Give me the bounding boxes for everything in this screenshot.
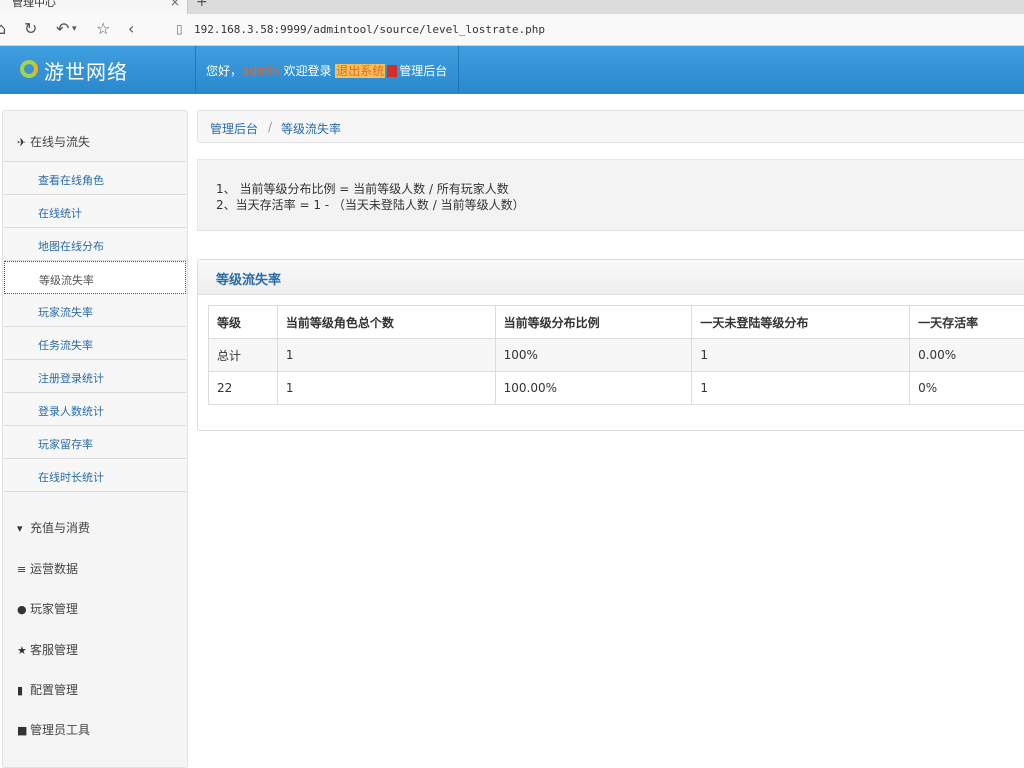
sidebar-item-label: 玩家留存率 (38, 438, 93, 451)
table-cell: 1 (276, 371, 496, 405)
browser-tab-title: 管理中心 (12, 0, 56, 9)
sidebar-group-players[interactable]: ● 玩家管理 (17, 600, 78, 617)
sidebar-item-label: 在线时长统计 (38, 471, 104, 484)
sidebar-item-level-lostrate[interactable]: 等级流失率 (4, 261, 186, 294)
sidebar-item-view-online[interactable]: 查看在线角色 (4, 162, 186, 195)
sidebar-group-operations[interactable]: ≡ 运营数据 (17, 560, 78, 577)
sidebar-item-map-distribution[interactable]: 地图在线分布 (4, 228, 186, 261)
page-icon: ▯ (176, 22, 183, 36)
sidebar-group-label: 充值与消费 (30, 521, 91, 535)
panel-title: 等级流失率 (216, 273, 282, 288)
username: admin (242, 64, 280, 78)
logo-text: 游世网络 (44, 60, 128, 84)
admin-link[interactable]: 管理后台 (399, 64, 447, 78)
sidebar-item-label: 登录人数统计 (38, 405, 104, 418)
table-cell: 0.00% (909, 338, 1024, 372)
undo-icon[interactable]: ↶ (56, 19, 69, 38)
table-header-row: 等级 当前等级角色总个数 当前等级分布比例 一天未登陆等级分布 一天存活率 (208, 305, 1024, 339)
greeting: 您好，admin 欢迎登录 退出系统 管理后台 (206, 62, 447, 79)
table-cell: 1 (691, 338, 911, 372)
sidebar-item-label: 查看在线角色 (38, 174, 104, 187)
back-icon[interactable]: ‹ (128, 19, 134, 38)
col-header-role-count: 当前等级角色总个数 (276, 305, 496, 339)
breadcrumb-current[interactable]: 等级流失率 (281, 120, 341, 137)
sidebar-item-login-count[interactable]: 登录人数统计 (4, 393, 186, 426)
sidebar-item-label: 等级流失率 (39, 274, 94, 287)
cart-icon: ▾ (17, 522, 23, 535)
data-panel: 等级流失率 等级 当前等级角色总个数 当前等级分布比例 一天未登陆等级分布 一天… (197, 259, 1024, 431)
welcome-text: 欢迎登录 (279, 64, 336, 78)
lock-icon: ■ (17, 724, 28, 737)
info-line-1: 1、 当前等级分布比例 = 当前等级人数 / 所有玩家人数 (216, 182, 509, 196)
sidebar-item-label: 玩家流失率 (38, 306, 93, 319)
col-header-distribution: 当前等级分布比例 (494, 305, 693, 339)
browser-tabstrip: 管理中心 × + (0, 0, 1024, 14)
sidebar-group-label: 配置管理 (30, 683, 79, 697)
sidebar-item-online-duration[interactable]: 在线时长统计 (4, 459, 186, 492)
sidebar-item-label: 在线统计 (38, 207, 82, 220)
sidebar: ✈ 在线与流失 查看在线角色 在线统计 地图在线分布 等级流失率 玩家流失率 任务… (2, 110, 188, 768)
info-panel: 1、 当前等级分布比例 = 当前等级人数 / 所有玩家人数 2、当天存活率 = … (197, 159, 1024, 231)
list-icon: ≡ (17, 563, 27, 576)
col-header-level: 等级 (208, 305, 278, 339)
book-icon: ▮ (17, 684, 24, 697)
sidebar-item-task-lostrate[interactable]: 任务流失率 (4, 327, 186, 360)
data-panel-header: 等级流失率 (198, 260, 1024, 295)
col-header-inactive: 一天未登陆等级分布 (691, 305, 911, 339)
url-field[interactable]: ▯ 192.168.3.58:9999/admintool/source/lev… (168, 20, 1024, 40)
table-cell: 22 (208, 371, 278, 405)
breadcrumb: 管理后台 / 等级流失率 (197, 110, 1024, 143)
sidebar-group-online[interactable]: ✈ 在线与流失 (17, 133, 90, 150)
table-row: 22 1 100.00% 1 0% (208, 371, 1024, 405)
home-icon[interactable]: ⌂ (0, 19, 6, 38)
header-divider (458, 46, 459, 94)
new-tab-icon[interactable]: + (196, 0, 208, 10)
table-row: 总计 1 100% 1 0.00% (208, 338, 1024, 372)
sidebar-group-recharge[interactable]: ▾ 充值与消费 (17, 519, 90, 536)
plane-icon: ✈ (17, 136, 27, 149)
sidebar-item-label: 任务流失率 (38, 339, 93, 352)
header-divider (195, 46, 196, 94)
greeting-prefix: 您好， (206, 64, 243, 78)
admin-icon (387, 65, 398, 77)
browser-address-bar: ⌂ ↻ ↶ ▾ ☆ ‹ ▯ 192.168.3.58:9999/admintoo… (0, 14, 1024, 46)
sidebar-group-config[interactable]: ▮ 配置管理 (17, 681, 78, 698)
sidebar-group-admin-tools[interactable]: ■ 管理员工具 (17, 721, 90, 738)
sidebar-group-label: 运营数据 (30, 562, 79, 576)
table-cell: 1 (691, 371, 911, 405)
table-cell: 100% (494, 338, 693, 372)
sidebar-item-label: 注册登录统计 (38, 372, 104, 385)
reload-icon[interactable]: ↻ (24, 19, 37, 38)
sidebar-group-service[interactable]: ★ 客服管理 (17, 641, 78, 658)
sidebar-item-online-stats[interactable]: 在线统计 (4, 195, 186, 228)
table-cell: 总计 (208, 338, 278, 372)
sidebar-submenu: 查看在线角色 在线统计 地图在线分布 等级流失率 玩家流失率 任务流失率 注册登… (4, 161, 186, 492)
breadcrumb-root[interactable]: 管理后台 (210, 120, 258, 137)
sidebar-group-label: 客服管理 (30, 643, 79, 657)
info-line-2: 2、当天存活率 = 1 - （当天未登陆人数 / 当前等级人数） (216, 198, 525, 212)
url-text: 192.168.3.58:9999/admintool/source/level… (194, 23, 545, 36)
app-header: 游世网络 您好，admin 欢迎登录 退出系统 管理后台 (0, 46, 1024, 94)
sidebar-item-retention[interactable]: 玩家留存率 (4, 426, 186, 459)
sidebar-item-register-login[interactable]: 注册登录统计 (4, 360, 186, 393)
sidebar-item-player-lostrate[interactable]: 玩家流失率 (4, 294, 186, 327)
logo-icon (20, 60, 38, 78)
sidebar-group-label: 在线与流失 (30, 135, 91, 149)
sidebar-item-label: 地图在线分布 (38, 240, 104, 253)
sidebar-group-label: 玩家管理 (30, 602, 79, 616)
breadcrumb-separator: / (268, 120, 273, 134)
table-cell: 0% (909, 371, 1024, 405)
tab-close-icon[interactable]: × (170, 0, 180, 9)
table-cell: 1 (276, 338, 496, 372)
table-cell: 100.00% (494, 371, 693, 405)
chevron-down-icon[interactable]: ▾ (72, 24, 77, 34)
star-icon[interactable]: ☆ (96, 19, 110, 38)
user-icon: ● (17, 603, 27, 616)
sidebar-group-label: 管理员工具 (30, 723, 91, 737)
logout-link[interactable]: 退出系统 (335, 64, 386, 78)
star-icon: ★ (17, 644, 27, 657)
level-lostrate-table: 等级 当前等级角色总个数 当前等级分布比例 一天未登陆等级分布 一天存活率 总计… (208, 305, 1024, 405)
browser-tab[interactable]: 管理中心 × (0, 0, 188, 14)
col-header-survival: 一天存活率 (909, 305, 1024, 339)
